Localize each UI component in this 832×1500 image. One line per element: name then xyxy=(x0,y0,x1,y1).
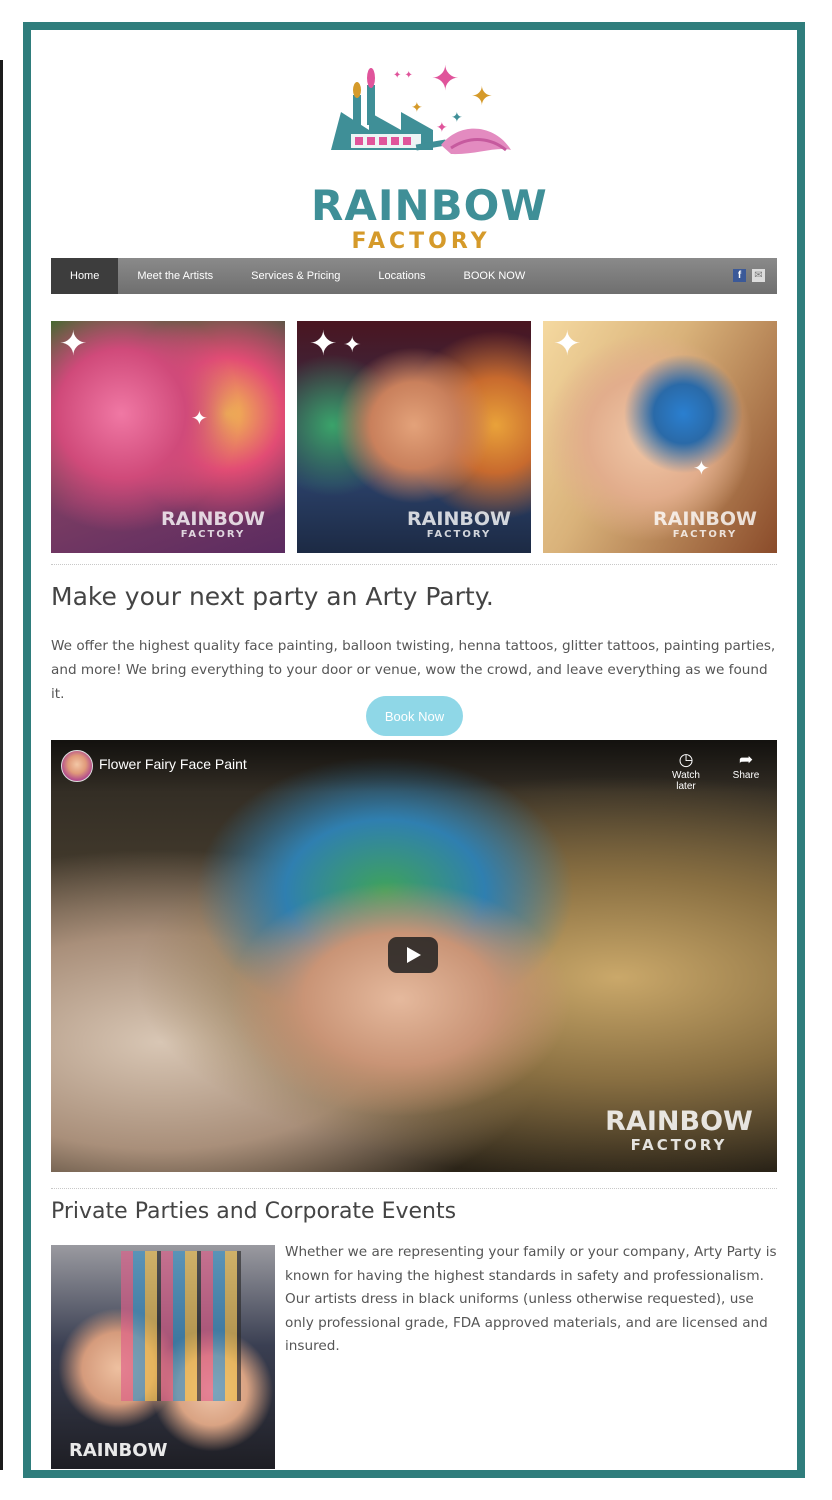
rainbow-factory-logo[interactable]: ✦ ✦ ✦ ✦ ✦ ✦ ✦ RAINBOW FACTORY xyxy=(311,50,548,254)
watch-later-button[interactable]: ◷ Watch later xyxy=(661,750,711,792)
watermark-line2: FACTORY xyxy=(672,529,738,540)
section-divider xyxy=(51,564,777,565)
section-divider xyxy=(51,1188,777,1189)
artists-photo[interactable]: RAINBOW xyxy=(51,1245,275,1469)
private-events-heading: Private Parties and Corporate Events xyxy=(51,1199,457,1224)
private-events-paragraph: Whether we are representing your family … xyxy=(285,1244,777,1354)
sparkle-icon: ✦ xyxy=(343,333,362,358)
video-watermark-line1: RAINBOW xyxy=(605,1106,753,1137)
share-button[interactable]: ➦ Share xyxy=(721,750,771,781)
svg-text:✦ ✦: ✦ ✦ xyxy=(393,70,413,81)
play-button[interactable] xyxy=(388,937,438,973)
video-player[interactable]: Flower Fairy Face Paint ◷ Watch later ➦ … xyxy=(51,740,777,1172)
logo-subtitle: FACTORY xyxy=(351,229,491,254)
svg-text:✦: ✦ xyxy=(436,120,448,136)
page-frame: ✦ ✦ ✦ ✦ ✦ ✦ ✦ RAINBOW FACTORY Home Meet … xyxy=(23,22,805,1478)
sparkle-icon: ✦ xyxy=(309,324,338,364)
share-icon: ➦ xyxy=(738,750,754,769)
sparkle-icon: ✦ xyxy=(693,456,710,480)
nav-item-home[interactable]: Home xyxy=(51,258,119,294)
svg-text:✦: ✦ xyxy=(431,59,460,99)
facebook-icon[interactable]: f xyxy=(733,269,746,282)
clock-icon: ◷ xyxy=(678,750,694,769)
photo-watermark: RAINBOW FACTORY xyxy=(399,509,519,541)
watermark-line1: RAINBOW xyxy=(407,508,511,530)
nav-item-meet-the-artists[interactable]: Meet the Artists xyxy=(118,258,232,294)
email-icon[interactable]: ✉ xyxy=(752,269,765,282)
nav-item-services-pricing[interactable]: Services & Pricing xyxy=(232,258,359,294)
factory-logo-icon: ✦ ✦ ✦ ✦ ✦ ✦ ✦ xyxy=(331,59,511,155)
gallery-photo-butterfly-face-paint[interactable]: ✦ ✦ RAINBOW FACTORY xyxy=(543,321,777,553)
watermark-line2: FACTORY xyxy=(426,529,492,540)
book-now-button[interactable]: Book Now xyxy=(366,696,463,736)
gallery-photo-cat-and-heart-face-paint[interactable]: ✦ ✦ RAINBOW FACTORY xyxy=(51,321,285,553)
watch-later-label: Watch later xyxy=(672,770,700,792)
logo-wordmark: RAINBOW xyxy=(311,181,548,230)
svg-text:✦: ✦ xyxy=(471,82,493,112)
shirt-logo-text: RAINBOW xyxy=(69,1440,168,1461)
watermark-line2: FACTORY xyxy=(180,529,246,540)
sparkle-icon: ✦ xyxy=(59,324,88,364)
video-title[interactable]: Flower Fairy Face Paint xyxy=(99,756,247,772)
svg-text:✦: ✦ xyxy=(411,100,423,116)
social-icons: f ✉ xyxy=(733,269,765,282)
photo-watermark: RAINBOW FACTORY xyxy=(645,509,765,541)
watermark-line1: RAINBOW xyxy=(653,508,757,530)
nav-item-book-now[interactable]: BOOK NOW xyxy=(445,258,545,294)
arty-party-sign xyxy=(121,1251,241,1401)
sparkle-icon: ✦ xyxy=(553,324,582,364)
watermark-line1: RAINBOW xyxy=(161,508,265,530)
main-navigation: Home Meet the Artists Services & Pricing… xyxy=(51,258,777,294)
photo-watermark: RAINBOW FACTORY xyxy=(153,509,273,541)
video-watermark: RAINBOW FACTORY xyxy=(599,1106,759,1155)
nav-item-locations[interactable]: Locations xyxy=(359,258,444,294)
left-edge-strip xyxy=(0,60,3,1470)
gallery-photo-superhero-mask-face-paint[interactable]: ✦ ✦ RAINBOW FACTORY xyxy=(297,321,531,553)
intro-heading: Make your next party an Arty Party. xyxy=(51,582,494,611)
share-label: Share xyxy=(732,770,760,781)
channel-avatar[interactable] xyxy=(61,750,93,782)
sparkle-icon: ✦ xyxy=(191,406,208,430)
video-watermark-line2: FACTORY xyxy=(630,1136,728,1154)
svg-text:✦: ✦ xyxy=(451,110,463,126)
